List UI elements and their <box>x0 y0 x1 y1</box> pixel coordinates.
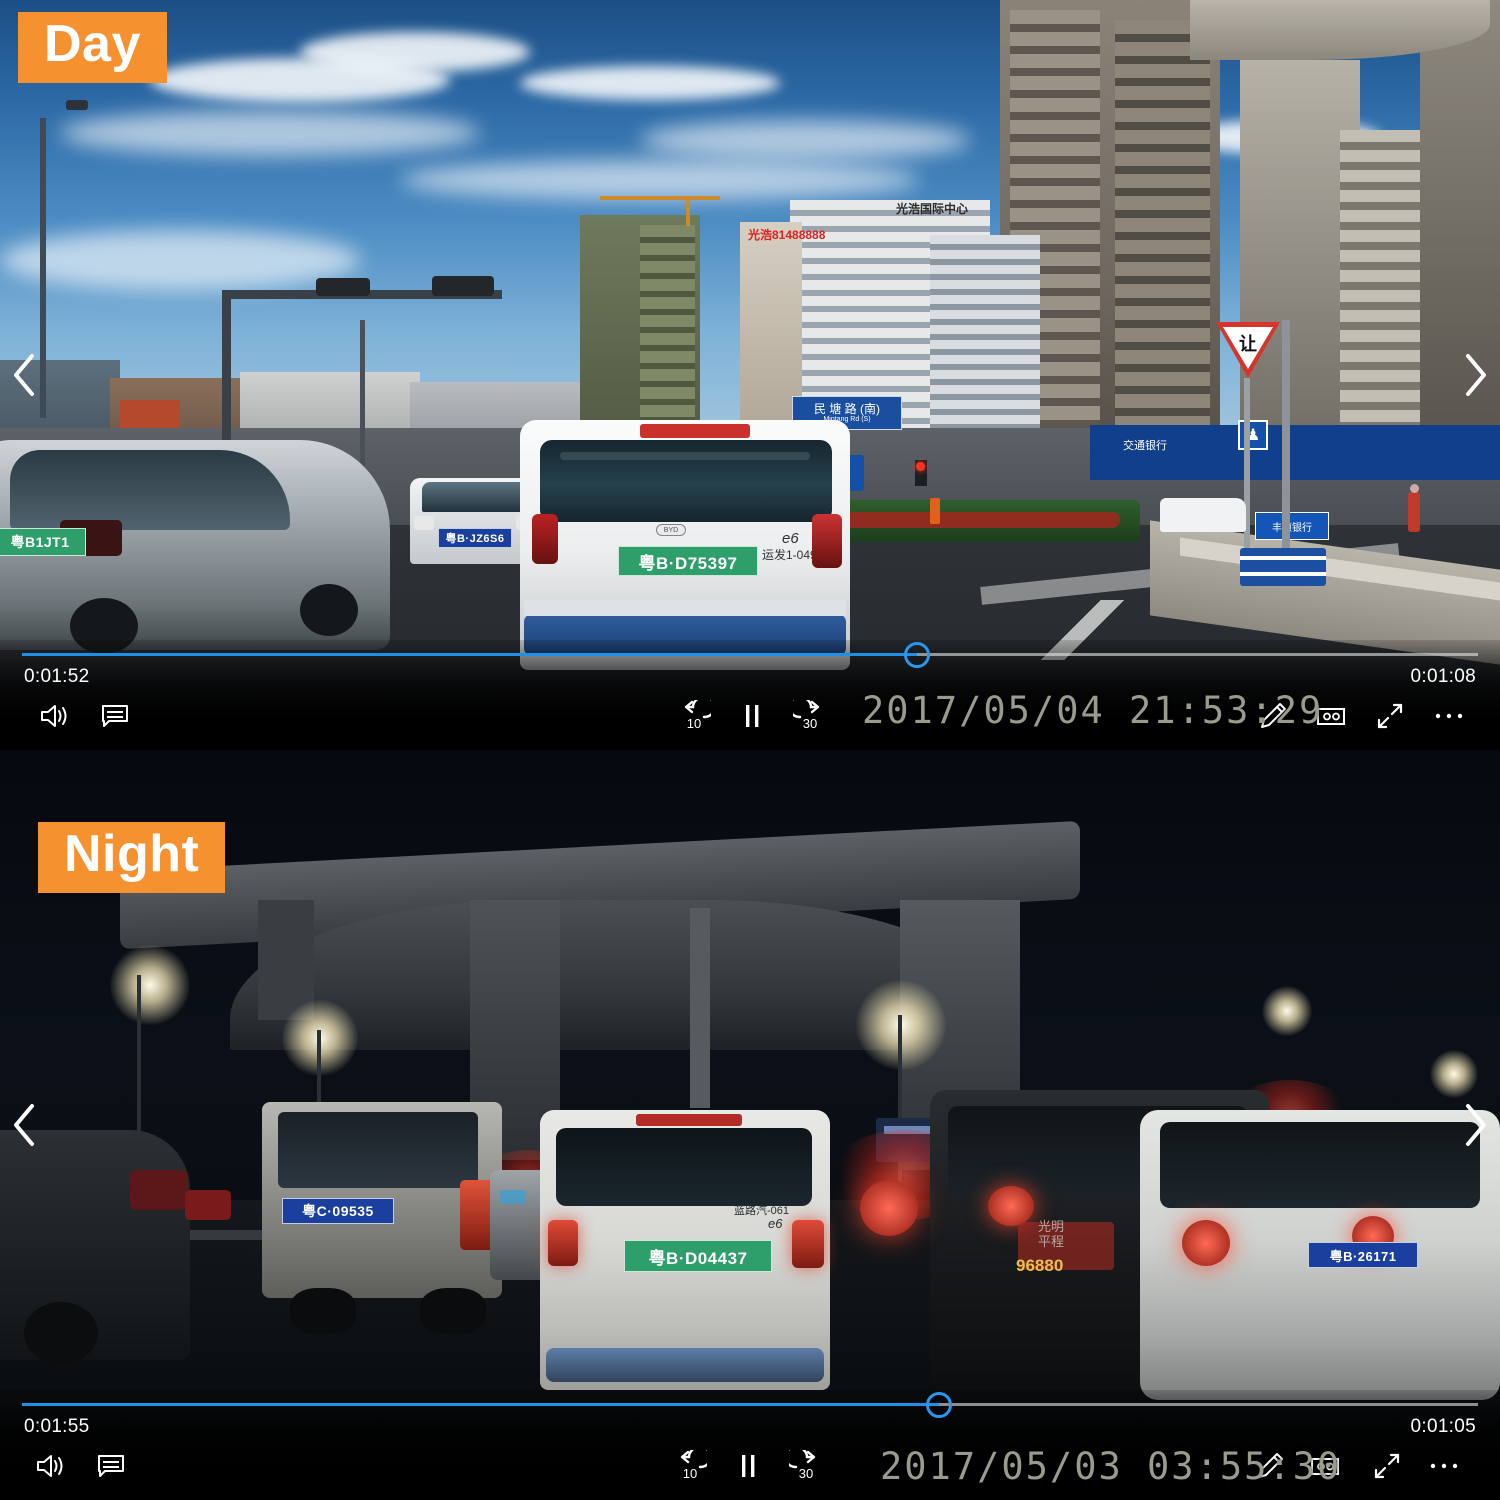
remaining-time-night: 0:01:05 <box>1410 1416 1476 1437</box>
night-badge: Night <box>38 822 226 894</box>
forward-30-button-night[interactable]: 30 <box>782 1442 830 1490</box>
prev-video-button[interactable] <box>2 346 46 404</box>
chevron-left-icon <box>14 354 34 396</box>
progress-scrubber[interactable] <box>904 642 931 668</box>
next-video-button-night[interactable] <box>1454 1096 1498 1154</box>
subtitles-icon <box>98 1455 124 1477</box>
progress-scrubber[interactable] <box>926 1392 953 1418</box>
chevron-left-icon <box>14 1104 34 1146</box>
license-plate-lead-car-night: 粤B·D04437 <box>624 1240 772 1272</box>
pause-button-night[interactable] <box>724 1442 772 1490</box>
osd-timestamp-night: 2017/05/03 03:55:30 <box>880 1445 1342 1488</box>
fleet-number: 运发1-049 <box>762 548 817 562</box>
svg-text:30: 30 <box>799 1466 813 1481</box>
ad-phone-night: 96880 <box>1016 1256 1064 1275</box>
pause-button[interactable] <box>728 692 776 740</box>
byd-badge: BYD <box>656 524 686 536</box>
building-sign-center: 光浩国际中心 <box>896 202 969 216</box>
day-badge: Day <box>18 12 167 84</box>
shop-sign: 丰硕银行 <box>1255 512 1329 540</box>
volume-button[interactable] <box>30 692 78 740</box>
next-video-button[interactable] <box>1454 346 1498 404</box>
rewind-10-button[interactable]: 10 <box>670 692 718 740</box>
subtitles-button-night[interactable] <box>87 1442 135 1490</box>
license-plate-right-car-night: 粤B·26171 <box>1308 1242 1418 1268</box>
progress-track-fill <box>22 653 918 656</box>
prev-video-button-night[interactable] <box>2 1096 46 1154</box>
rewind-10-button-night[interactable]: 10 <box>666 1442 714 1490</box>
rewind-10-icon: 10 <box>680 1450 707 1481</box>
forward-30-icon: 30 <box>793 700 820 731</box>
fleet-number-night: 蓝路汽-061 <box>734 1205 790 1217</box>
forward-30-icon: 30 <box>789 1450 816 1481</box>
chevron-right-icon <box>1466 354 1486 396</box>
night-video-panel[interactable]: 粤C·09535 粤B·D04437 e6 蓝路汽-061 96880 粤B·2… <box>0 750 1500 1500</box>
day-scene: 光浩81488888 光浩国际中心 交通银行 丰硕银行 民 塘 路 (南) Mi… <box>0 0 1500 750</box>
bank-sign: 交通银行 <box>1123 440 1167 452</box>
remaining-time-day: 0:01:08 <box>1410 666 1476 687</box>
side-text-night: 光明 平程 <box>1038 1219 1065 1249</box>
pause-icon <box>742 1455 755 1477</box>
forward-30-button[interactable]: 30 <box>786 692 834 740</box>
elapsed-time-night: 0:01:55 <box>24 1416 90 1437</box>
car-model-badge-night: e6 <box>768 1216 783 1231</box>
volume-icon <box>41 705 67 727</box>
rewind-10-icon: 10 <box>684 700 711 731</box>
yield-sign: 让 <box>1216 322 1280 380</box>
more-button[interactable] <box>1425 692 1473 740</box>
license-plate-white-car: 粤B·JZ6S6 <box>438 528 512 548</box>
exit-fullscreen-icon <box>1377 703 1403 729</box>
exit-fullscreen-button-night[interactable] <box>1363 1442 1411 1490</box>
svg-text:30: 30 <box>803 716 817 731</box>
license-plate-van: 粤C·09535 <box>282 1198 394 1224</box>
night-progress-track[interactable] <box>22 1392 1478 1418</box>
chevron-right-icon <box>1466 1104 1486 1146</box>
exit-fullscreen-button[interactable] <box>1366 692 1414 740</box>
osd-timestamp-day: 2017/05/04 21:53:29 <box>862 689 1324 732</box>
subtitles-button[interactable] <box>91 692 139 740</box>
volume-icon <box>37 1455 63 1477</box>
more-button-night[interactable] <box>1420 1442 1468 1490</box>
road-sign-cn: 民 塘 路 (南) <box>814 401 880 416</box>
pause-icon <box>746 705 759 727</box>
volume-button-night[interactable] <box>26 1442 74 1490</box>
subtitles-icon <box>102 705 128 727</box>
day-video-panel[interactable]: 光浩81488888 光浩国际中心 交通银行 丰硕银行 民 塘 路 (南) Mi… <box>0 0 1500 750</box>
building-sign-phone: 光浩81488888 <box>748 228 826 242</box>
more-icon <box>1435 713 1463 719</box>
svg-text:10: 10 <box>687 716 701 731</box>
elapsed-time-day: 0:01:52 <box>24 666 90 687</box>
exit-fullscreen-icon <box>1374 1453 1400 1479</box>
license-plate-lead-car: 粤B·D75397 <box>618 546 758 576</box>
more-icon <box>1430 1463 1458 1469</box>
progress-track-fill <box>22 1403 940 1406</box>
pedestrian-sign: ♟ <box>1238 420 1268 450</box>
comparison-stack: 光浩81488888 光浩国际中心 交通银行 丰硕银行 民 塘 路 (南) Mi… <box>0 0 1500 1500</box>
car-model-badge: e6 <box>782 530 799 547</box>
day-progress-track[interactable] <box>22 642 1478 668</box>
svg-text:10: 10 <box>683 1466 697 1481</box>
license-plate-left-car: 粤B1JT1 <box>0 528 86 556</box>
